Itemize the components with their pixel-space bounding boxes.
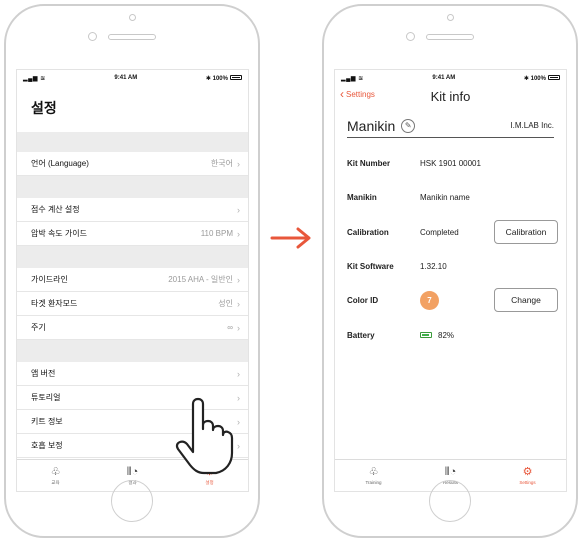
speaker-slot bbox=[108, 34, 156, 40]
results-icon: ⦀◔ bbox=[444, 466, 457, 478]
tab-settings[interactable]: ⚙ Settings bbox=[489, 460, 566, 491]
status-bar: ▂▄▆ ≋ 9:41 AM ✱ 100% bbox=[17, 70, 248, 86]
section-gap bbox=[17, 340, 248, 362]
kit-header: Manikin ✎ I.M.LAB Inc. bbox=[347, 114, 554, 138]
color-id-badge: 7 bbox=[420, 290, 439, 310]
chevron-right-icon: › bbox=[237, 204, 240, 215]
home-button[interactable] bbox=[111, 480, 153, 522]
page-title: Kit info bbox=[430, 88, 471, 104]
section-gap bbox=[17, 176, 248, 198]
tab-training[interactable]: ♧ Training bbox=[335, 460, 412, 491]
pointing-hand-icon bbox=[175, 397, 234, 475]
bluetooth-icon: ✱ bbox=[205, 75, 213, 82]
battery-status: ✱ 100% bbox=[206, 75, 242, 82]
settings-row-target-patient[interactable]: 타겟 환자모드 성인 › bbox=[17, 292, 248, 316]
manikin-row: Manikin Manikin name bbox=[347, 192, 470, 202]
battery-icon bbox=[420, 332, 432, 339]
chevron-left-icon: ‹ bbox=[340, 87, 344, 101]
kit-info-screen: ▂▄▆ ≋ 9:41 AM ✱ 100% ‹ Settings Kit info… bbox=[334, 69, 567, 492]
battery-icon bbox=[229, 75, 242, 81]
manikin-icon: ♧ bbox=[50, 465, 61, 478]
right-phone-frame: ▂▄▆ ≋ 9:41 AM ✱ 100% ‹ Settings Kit info… bbox=[322, 4, 578, 538]
pencil-icon[interactable]: ✎ bbox=[401, 118, 416, 133]
change-color-button[interactable]: Change bbox=[494, 288, 558, 312]
settings-row-compression-guide[interactable]: 압박 속도 가이드 110 BPM › bbox=[17, 222, 248, 246]
kit-name: Manikin bbox=[347, 117, 396, 134]
camera-dot bbox=[447, 14, 454, 21]
settings-row-app-version[interactable]: 앱 버전 › bbox=[17, 362, 248, 386]
chevron-right-icon: › bbox=[237, 274, 240, 285]
chevron-right-icon: › bbox=[237, 368, 240, 379]
tab-training[interactable]: ♧ 교육 bbox=[17, 460, 94, 491]
settings-row-score[interactable]: 점수 계산 설정 › bbox=[17, 198, 248, 222]
section-gap bbox=[17, 132, 248, 152]
manikin-icon: ♧ bbox=[368, 466, 379, 478]
settings-row-guideline[interactable]: 가이드라인 2015 AHA - 일반인 › bbox=[17, 268, 248, 292]
battery-icon bbox=[547, 75, 560, 81]
front-camera bbox=[406, 32, 415, 41]
calibration-button[interactable]: Calibration bbox=[494, 220, 558, 244]
status-bar: ▂▄▆ ≋ 9:41 AM ✱ 100% bbox=[335, 70, 566, 86]
page-title: 설정 bbox=[31, 100, 57, 116]
section-gap bbox=[17, 246, 248, 268]
front-camera bbox=[88, 32, 97, 41]
kit-number-row: Kit Number HSK 1901 00001 bbox=[347, 158, 481, 168]
calibration-row: Calibration Completed Calibration bbox=[347, 219, 558, 245]
battery-row: Battery 82% bbox=[347, 330, 455, 340]
signal-icon: ▂▄▆ ≋ bbox=[341, 75, 364, 82]
arrow-right-icon bbox=[270, 227, 311, 249]
gear-icon: ⚙ bbox=[522, 466, 533, 478]
bluetooth-icon: ✱ bbox=[523, 75, 531, 82]
brand-label: I.M.LAB Inc. bbox=[510, 121, 554, 130]
chevron-right-icon: › bbox=[237, 228, 240, 239]
camera-dot bbox=[129, 14, 136, 21]
battery-status: ✱ 100% bbox=[524, 75, 560, 82]
signal-icon: ▂▄▆ ≋ bbox=[23, 75, 46, 82]
status-time: 9:41 AM bbox=[114, 75, 138, 81]
kit-software-row: Kit Software 1.32.10 bbox=[347, 261, 447, 271]
home-button[interactable] bbox=[429, 480, 471, 522]
status-time: 9:41 AM bbox=[432, 75, 456, 81]
back-button[interactable]: ‹ Settings bbox=[340, 87, 375, 101]
nav-bar: ‹ Settings Kit info bbox=[335, 86, 566, 106]
chevron-right-icon: › bbox=[237, 158, 240, 169]
settings-row-cycle[interactable]: 주기 ∞ › bbox=[17, 316, 248, 340]
settings-row-language[interactable]: 언어 (Language) 한국어 › bbox=[17, 152, 248, 176]
results-icon: ⦀◔ bbox=[126, 465, 139, 478]
chevron-right-icon: › bbox=[237, 322, 240, 333]
speaker-slot bbox=[426, 34, 474, 40]
chevron-right-icon: › bbox=[237, 298, 240, 309]
color-id-row: Color ID 7 Change bbox=[347, 287, 558, 313]
